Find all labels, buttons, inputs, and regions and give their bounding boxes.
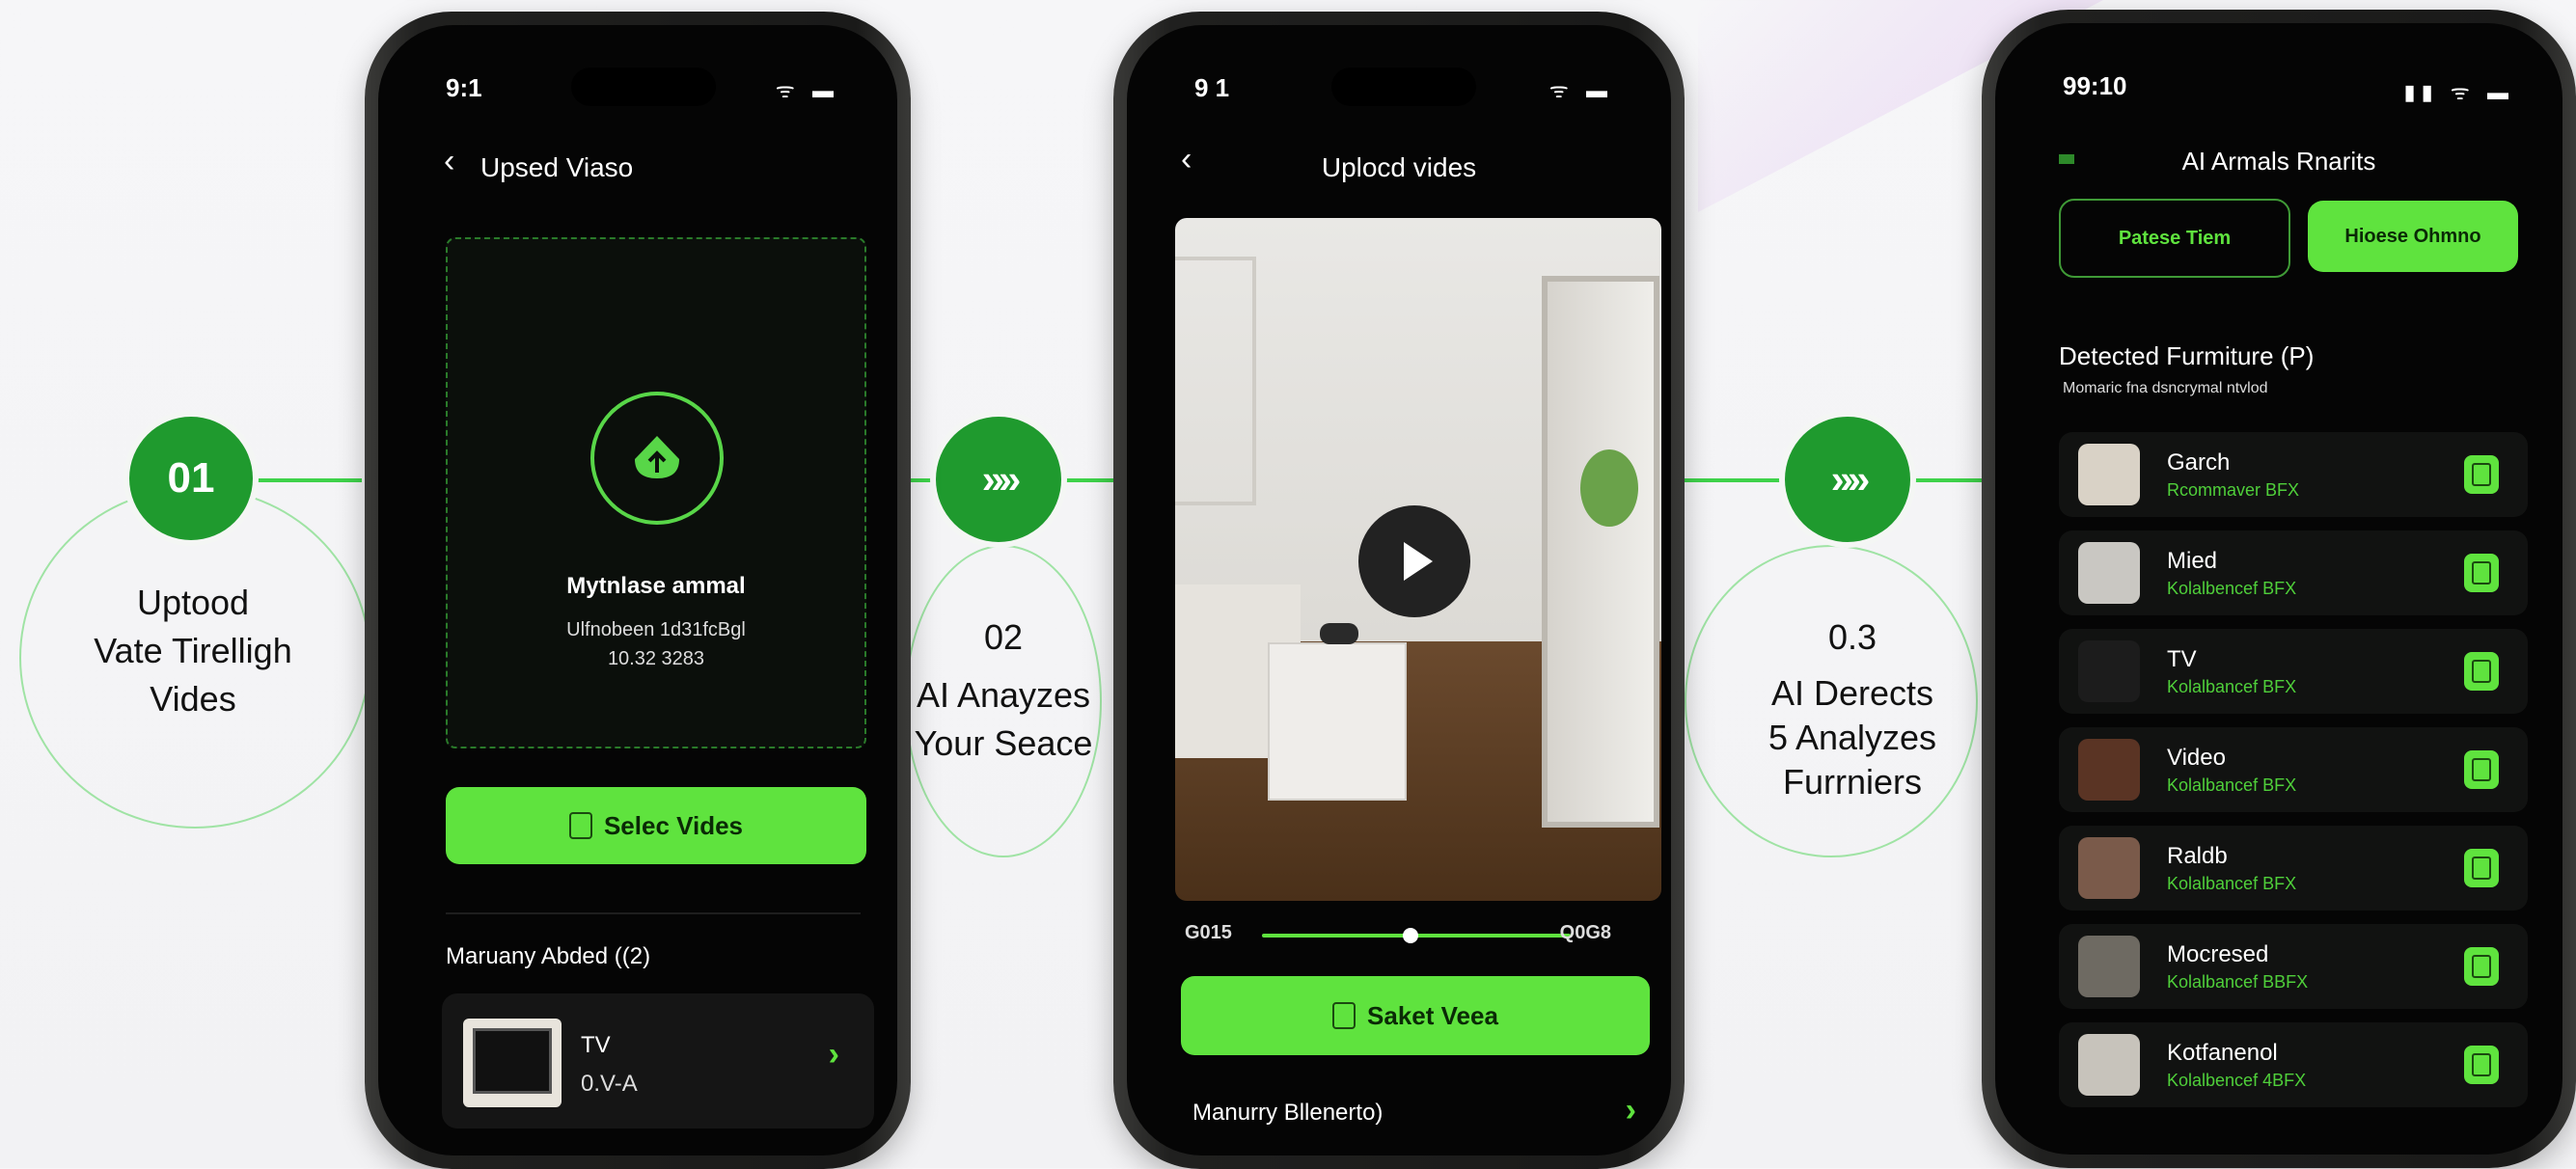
status-time: 99:10 xyxy=(2063,71,2127,100)
furniture-thumbnail xyxy=(2078,837,2140,899)
status-time: 9:1 xyxy=(446,73,482,102)
step-2-text: AI Anayzes Your Seace xyxy=(914,675,1093,763)
wall-frame xyxy=(1175,257,1256,505)
step-2-number: 02 xyxy=(983,617,1024,657)
furniture-thumbnail xyxy=(2078,739,2140,801)
furniture-row[interactable]: Mied Kolalbencef BFX xyxy=(2059,530,2528,615)
tab-left[interactable]: Patese Tiem xyxy=(2059,199,2290,278)
recent-item-name: TV xyxy=(581,1032,611,1058)
furniture-name: Garch xyxy=(2167,449,2231,476)
screen-title: AI Armals Rnarits xyxy=(2181,147,2376,176)
time-start: G015 xyxy=(1185,922,1232,943)
nightstand xyxy=(1268,642,1407,801)
time-end: Q0G8 xyxy=(1559,922,1611,943)
video-icon xyxy=(1332,1002,1357,1029)
dropzone-info: Ulfnobeen 1d31fcBgl xyxy=(566,619,746,640)
video-dropzone[interactable]: Mytnlase ammal Ulfnobeen 1d31fcBgl 10.32… xyxy=(446,237,866,748)
mirror xyxy=(1542,276,1659,828)
furniture-row[interactable]: Kotfanenol Kolalbencef 4BFX xyxy=(2059,1022,2528,1107)
status-icons: ᯤ ▬ xyxy=(775,78,839,102)
furniture-row[interactable]: TV Kolalbancef BFX xyxy=(2059,629,2528,714)
furniture-row[interactable]: Video Kolalbancef BFX xyxy=(2059,727,2528,812)
furniture-name: Kotfanenol xyxy=(2167,1040,2278,1066)
furniture-thumbnail xyxy=(2078,542,2140,604)
arrow-badge: »» xyxy=(936,417,1061,542)
chevron-right-icon: › xyxy=(1625,1092,1636,1128)
furniture-name: Mocresed xyxy=(2167,941,2269,967)
status-icons: ᯤ ▬ xyxy=(1548,78,1613,102)
video-icon xyxy=(568,812,592,839)
furniture-row[interactable]: Mocresed Kolalbancef BBFX xyxy=(2059,924,2528,1009)
divider xyxy=(446,912,861,914)
furniture-name: TV xyxy=(2167,646,2197,672)
screen-title: Uplocd vides xyxy=(1321,152,1477,182)
furniture-subtitle: Kolalbencef 4BFX xyxy=(2167,1071,2307,1090)
phone-screen: 9 1 ᯤ ▬ ‹ Uplocd vides G015 Q0G8 Saket V… xyxy=(1127,25,1671,1155)
video-preview[interactable] xyxy=(1175,218,1661,901)
dropzone-title: Mytnlase ammal xyxy=(566,573,746,599)
tab-right[interactable]: Hioese Ohmno xyxy=(2308,201,2518,272)
furniture-name: Video xyxy=(2167,745,2226,771)
dynamic-island xyxy=(571,68,716,106)
play-button[interactable] xyxy=(1358,505,1470,617)
furniture-subtitle: Kolalbencef BFX xyxy=(2167,579,2297,598)
furniture-name: Raldb xyxy=(2167,843,2228,869)
furniture-thumbnail xyxy=(2078,936,2140,997)
screen-title: Upsed Viaso xyxy=(480,152,634,182)
step-3-number: 0.3 xyxy=(1827,617,1877,657)
tv-thumbnail xyxy=(463,1019,562,1107)
select-checkbox-icon[interactable] xyxy=(2464,455,2499,494)
select-checkbox-icon[interactable] xyxy=(2464,554,2499,592)
bottom-row-label: Manurry Bllenerto) xyxy=(1192,1100,1384,1126)
bottom-row[interactable]: Manurry Bllenerto) › xyxy=(1181,1086,1650,1144)
step-3-text: AI Derects 5 Analyzes Furrniers xyxy=(1768,673,1937,802)
furniture-name: Mied xyxy=(2167,548,2218,574)
furniture-thumbnail xyxy=(2078,1034,2140,1096)
select-checkbox-icon[interactable] xyxy=(2464,652,2499,691)
phone-screen: 9:1 ᯤ ▬ ‹ Upsed Viaso Mytnlase ammal Ulf… xyxy=(378,25,897,1155)
section-heading: Detected Furmiture (P) xyxy=(2059,341,2315,370)
status-time: 9 1 xyxy=(1194,73,1230,102)
step-number-badge: 01 xyxy=(129,417,253,540)
phone-upload: 9:1 ᯤ ▬ ‹ Upsed Viaso Mytnlase ammal Ulf… xyxy=(365,12,911,1169)
step-1-text: Uptood Vate Tirelligh Vides xyxy=(94,583,292,719)
furniture-subtitle: Rcommaver BFX xyxy=(2167,480,2300,500)
select-checkbox-icon[interactable] xyxy=(2464,1046,2499,1084)
arrow-badge: »» xyxy=(1785,417,1910,542)
phone-video-preview: 9 1 ᯤ ▬ ‹ Uplocd vides G015 Q0G8 Saket V… xyxy=(1113,12,1685,1169)
back-button[interactable]: ‹ xyxy=(444,143,454,180)
select-video-button[interactable]: Selec Vides xyxy=(446,787,866,864)
furniture-subtitle: Kolalbancef BBFX xyxy=(2167,972,2309,992)
progress-knob[interactable] xyxy=(1402,928,1418,943)
dropzone-info: 10.32 3283 xyxy=(607,648,705,669)
furniture-thumbnail xyxy=(2078,640,2140,702)
select-checkbox-icon[interactable] xyxy=(2464,750,2499,789)
furniture-subtitle: Kolalbancef BFX xyxy=(2167,775,2297,795)
play-icon xyxy=(1404,542,1433,581)
chevrons-right-icon: »» xyxy=(1830,456,1871,502)
lamp xyxy=(1320,623,1358,644)
furniture-subtitle: Kolalbancef BFX xyxy=(2167,677,2297,696)
select-checkbox-icon[interactable] xyxy=(2464,947,2499,986)
dynamic-island xyxy=(1331,68,1476,106)
recent-item-meta: 0.V-A xyxy=(581,1071,638,1097)
plant xyxy=(1580,449,1638,527)
chevron-right-icon[interactable]: › xyxy=(829,1036,839,1074)
select-video-button[interactable]: Saket Veea xyxy=(1181,976,1650,1055)
recent-item-card[interactable]: TV 0.V-A › xyxy=(442,993,874,1128)
furniture-subtitle: Kolalbancef BFX xyxy=(2167,874,2297,893)
select-checkbox-icon[interactable] xyxy=(2464,849,2499,887)
furniture-row[interactable]: Raldb Kolalbancef BFX xyxy=(2059,826,2528,911)
status-icons: ▮▮ ᯤ ▬ xyxy=(2403,80,2514,104)
recent-heading: Maruany Abded ((2) xyxy=(446,943,651,969)
phone-results: 99:10 ▮▮ ᯤ ▬ AI Armals Rnarits Patese Ti… xyxy=(1982,10,2576,1168)
chevrons-right-icon: »» xyxy=(981,456,1022,502)
section-subheading: Momaric fna dsncrymal ntvlod xyxy=(2063,380,2268,396)
furniture-row[interactable]: Garch Rcommaver BFX xyxy=(2059,432,2528,517)
furniture-thumbnail xyxy=(2078,444,2140,505)
upload-icon xyxy=(590,392,724,525)
phone-screen: 99:10 ▮▮ ᯤ ▬ AI Armals Rnarits Patese Ti… xyxy=(1995,23,2562,1155)
